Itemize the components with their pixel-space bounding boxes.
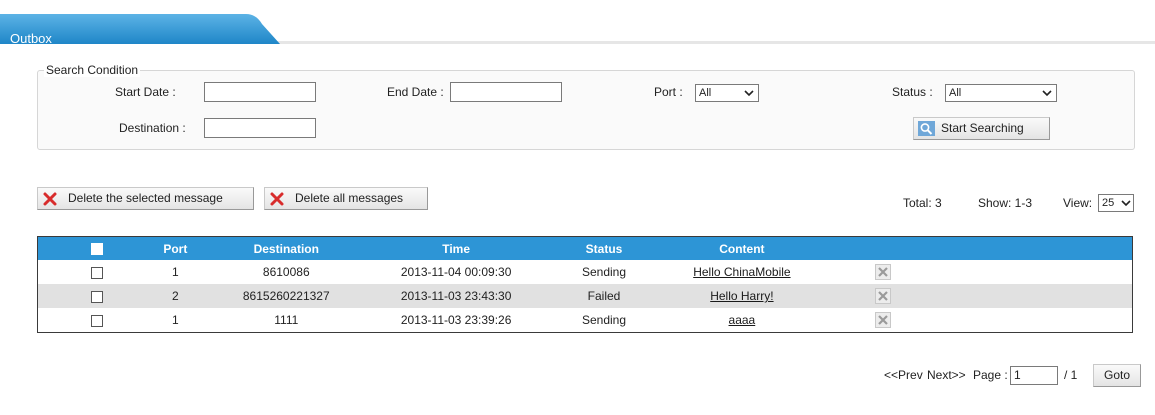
table-row: 2 8615260221327 2013-11-03 23:43:30 Fail… xyxy=(37,284,1133,308)
delete-x-glyph xyxy=(877,291,888,301)
search-condition-legend: Search Condition xyxy=(44,63,141,77)
tab-outbox[interactable]: Outbox xyxy=(0,14,280,46)
delete-x-glyph xyxy=(877,315,888,325)
end-date-label: End Date : xyxy=(387,85,444,99)
status-select-value: All xyxy=(949,87,962,99)
outbox-table: Port Destination Time Status Content 1 8… xyxy=(37,236,1133,333)
chevron-down-icon xyxy=(1121,200,1131,207)
select-all-cell xyxy=(37,236,156,260)
table-row: 1 8610086 2013-11-04 00:09:30 Sending He… xyxy=(38,260,1133,284)
cell-status: Sending xyxy=(581,265,627,279)
start-date-label: Start Date : xyxy=(115,85,176,99)
cell-content: aaaa xyxy=(673,308,811,333)
cell-status: Sending xyxy=(581,313,627,327)
search-icon xyxy=(918,121,935,136)
content-link[interactable]: Hello Harry! xyxy=(710,289,773,303)
delete-selected-button[interactable]: Delete the selected message xyxy=(37,187,254,210)
destination-field[interactable] xyxy=(204,118,316,138)
header-destination: Destination xyxy=(195,236,378,260)
delete-row-icon[interactable] xyxy=(874,312,891,328)
delete-x-glyph xyxy=(877,267,888,277)
view-label: View: xyxy=(1063,196,1093,210)
table-row: 1 1111 2013-11-03 23:39:26 Sending aaaa xyxy=(38,308,1133,333)
port-select[interactable]: All xyxy=(695,84,759,102)
row-select-cell xyxy=(38,260,156,284)
port-label: Port : xyxy=(654,85,683,99)
content-link[interactable]: Hello ChinaMobile xyxy=(693,265,790,279)
cell-content: Hello ChinaMobile xyxy=(673,260,811,284)
status-label: Status : xyxy=(892,85,933,99)
start-searching-label: Start Searching xyxy=(941,121,1024,135)
chevron-down-icon xyxy=(744,90,754,97)
page-label: Page : xyxy=(973,368,1008,382)
header-port: Port xyxy=(155,236,196,260)
end-date-field[interactable] xyxy=(450,82,562,102)
header-status: Status xyxy=(535,236,673,260)
page-number-input[interactable]: 1 xyxy=(1010,366,1058,385)
red-x-icon xyxy=(43,192,57,206)
red-x-icon xyxy=(270,192,284,206)
port-select-value: All xyxy=(699,87,712,99)
view-per-page-value: 25 xyxy=(1102,197,1115,209)
cell-spacer xyxy=(954,284,1133,308)
cell-spacer xyxy=(955,260,1133,284)
chevron-down-icon xyxy=(1042,90,1052,97)
cell-spacer xyxy=(955,308,1133,333)
row-checkbox[interactable] xyxy=(90,314,103,327)
cell-port: 1 xyxy=(172,313,179,327)
cell-status: Failed xyxy=(535,284,673,308)
total-count: Total: 3 xyxy=(903,196,942,210)
cell-time: 2013-11-04 00:09:30 xyxy=(400,265,512,279)
view-per-page-select[interactable]: 25 xyxy=(1098,194,1134,212)
header-spacer xyxy=(954,236,1133,260)
row-select-cell xyxy=(37,284,156,308)
cell-port: 2 xyxy=(155,284,196,308)
cell-destination: 8615260221327 xyxy=(195,284,378,308)
table-header-row: Port Destination Time Status Content xyxy=(37,236,1133,260)
page-total: / 1 xyxy=(1064,368,1078,382)
delete-selected-label: Delete the selected message xyxy=(68,191,223,205)
delete-all-button[interactable]: Delete all messages xyxy=(264,187,428,210)
delete-all-label: Delete all messages xyxy=(295,191,404,205)
cell-action xyxy=(811,260,955,284)
start-searching-button[interactable]: Start Searching xyxy=(913,117,1050,140)
cell-destination: 8610086 xyxy=(262,265,310,279)
cell-time: 2013-11-03 23:43:30 xyxy=(377,284,536,308)
row-checkbox[interactable] xyxy=(90,290,103,303)
tab-bar: Outbox xyxy=(0,0,1155,46)
cell-destination: 1111 xyxy=(274,313,299,327)
header-content: Content xyxy=(672,236,811,260)
row-checkbox[interactable] xyxy=(90,266,103,279)
status-select[interactable]: All xyxy=(945,84,1057,102)
select-all-checkbox[interactable] xyxy=(90,243,103,256)
start-date-field[interactable] xyxy=(204,82,316,102)
show-range: Show: 1-3 xyxy=(978,196,1033,210)
content-link[interactable]: aaaa xyxy=(729,313,756,327)
delete-row-icon[interactable] xyxy=(874,288,891,304)
cell-content: Hello Harry! xyxy=(672,284,811,308)
header-time: Time xyxy=(377,236,536,260)
destination-label: Destination : xyxy=(119,121,186,135)
cell-action xyxy=(811,308,955,333)
cell-time: 2013-11-03 23:39:26 xyxy=(400,313,512,327)
next-page-link[interactable]: Next>> xyxy=(927,368,966,382)
header-action xyxy=(810,236,955,260)
goto-button[interactable]: Goto xyxy=(1093,364,1141,387)
cell-action xyxy=(810,284,955,308)
row-select-cell xyxy=(38,308,156,333)
cell-port: 1 xyxy=(172,265,179,279)
tab-outbox-label: Outbox xyxy=(10,31,52,46)
delete-row-icon[interactable] xyxy=(874,264,891,280)
prev-page-link[interactable]: <<Prev xyxy=(884,368,923,382)
